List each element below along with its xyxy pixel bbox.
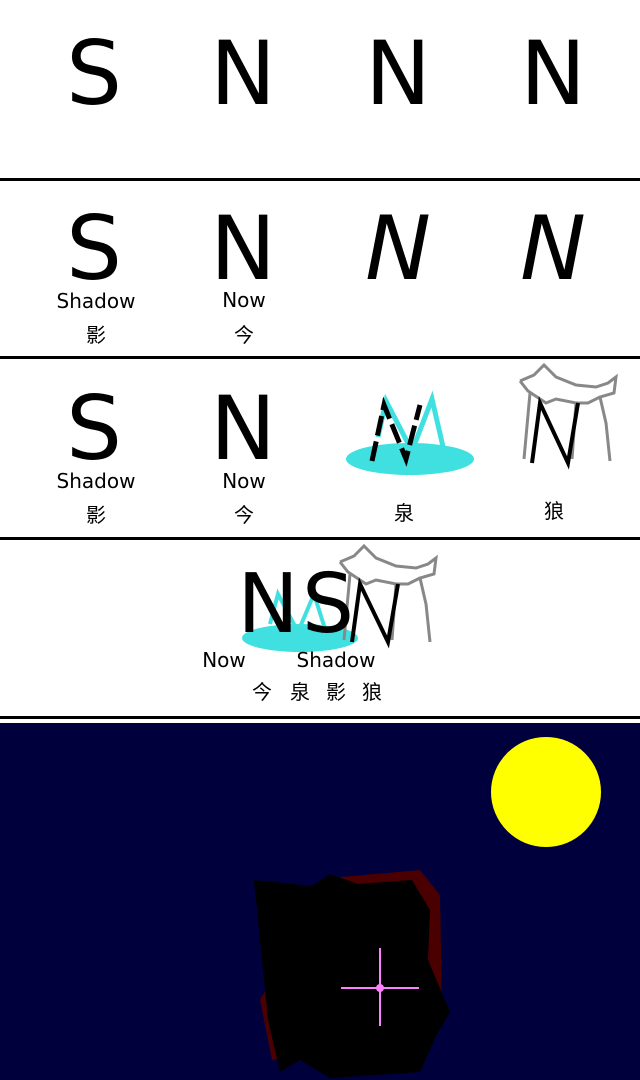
kanji-kage: 影 xyxy=(326,680,346,704)
kanji-ookami: 狼 xyxy=(544,499,564,523)
letter-n: N xyxy=(210,22,276,125)
letter-n: N xyxy=(210,197,276,300)
kanji-ima: 今 xyxy=(234,323,254,347)
panel-pictures: S N Shadow Now 影 今 泉 狼 xyxy=(0,359,640,537)
letter-s: S xyxy=(66,22,122,125)
kanji-izumi: 泉 xyxy=(290,680,310,704)
moon xyxy=(491,737,601,847)
kanji-kage: 影 xyxy=(86,323,106,347)
kanji-kage: 影 xyxy=(86,503,106,527)
combined-letter-s: S xyxy=(301,557,355,652)
letter-n: N xyxy=(210,377,276,480)
kanji-ima: 今 xyxy=(234,503,254,527)
wolf-drawing xyxy=(518,362,618,470)
panel-divider xyxy=(0,716,640,719)
panel-letters: S N N N xyxy=(0,0,640,178)
panel-combined: N S Now Shadow 今 泉 影 狼 xyxy=(0,540,640,718)
word-shadow: Shadow xyxy=(296,648,376,672)
word-shadow: Shadow xyxy=(56,289,136,313)
word-now: Now xyxy=(222,469,266,493)
letter-n-italic: N xyxy=(520,197,586,300)
night-scene xyxy=(0,723,640,1080)
word-shadow: Shadow xyxy=(56,469,136,493)
word-now: Now xyxy=(222,288,266,312)
spring-drawing xyxy=(346,390,474,475)
panel-words: S N N N Shadow Now 影 今 xyxy=(0,181,640,356)
wolf-letter-n xyxy=(530,395,580,470)
word-now: Now xyxy=(202,648,246,672)
shadow-figure xyxy=(254,874,450,1078)
kanji-ookami: 狼 xyxy=(362,680,382,704)
letter-n-italic: N xyxy=(365,197,431,300)
letter-n: N xyxy=(365,22,431,125)
kanji-ima: 今 xyxy=(252,680,272,704)
letter-n: N xyxy=(520,22,586,125)
letter-s: S xyxy=(66,377,122,480)
kanji-izumi: 泉 xyxy=(394,501,414,525)
letter-s: S xyxy=(66,197,122,300)
